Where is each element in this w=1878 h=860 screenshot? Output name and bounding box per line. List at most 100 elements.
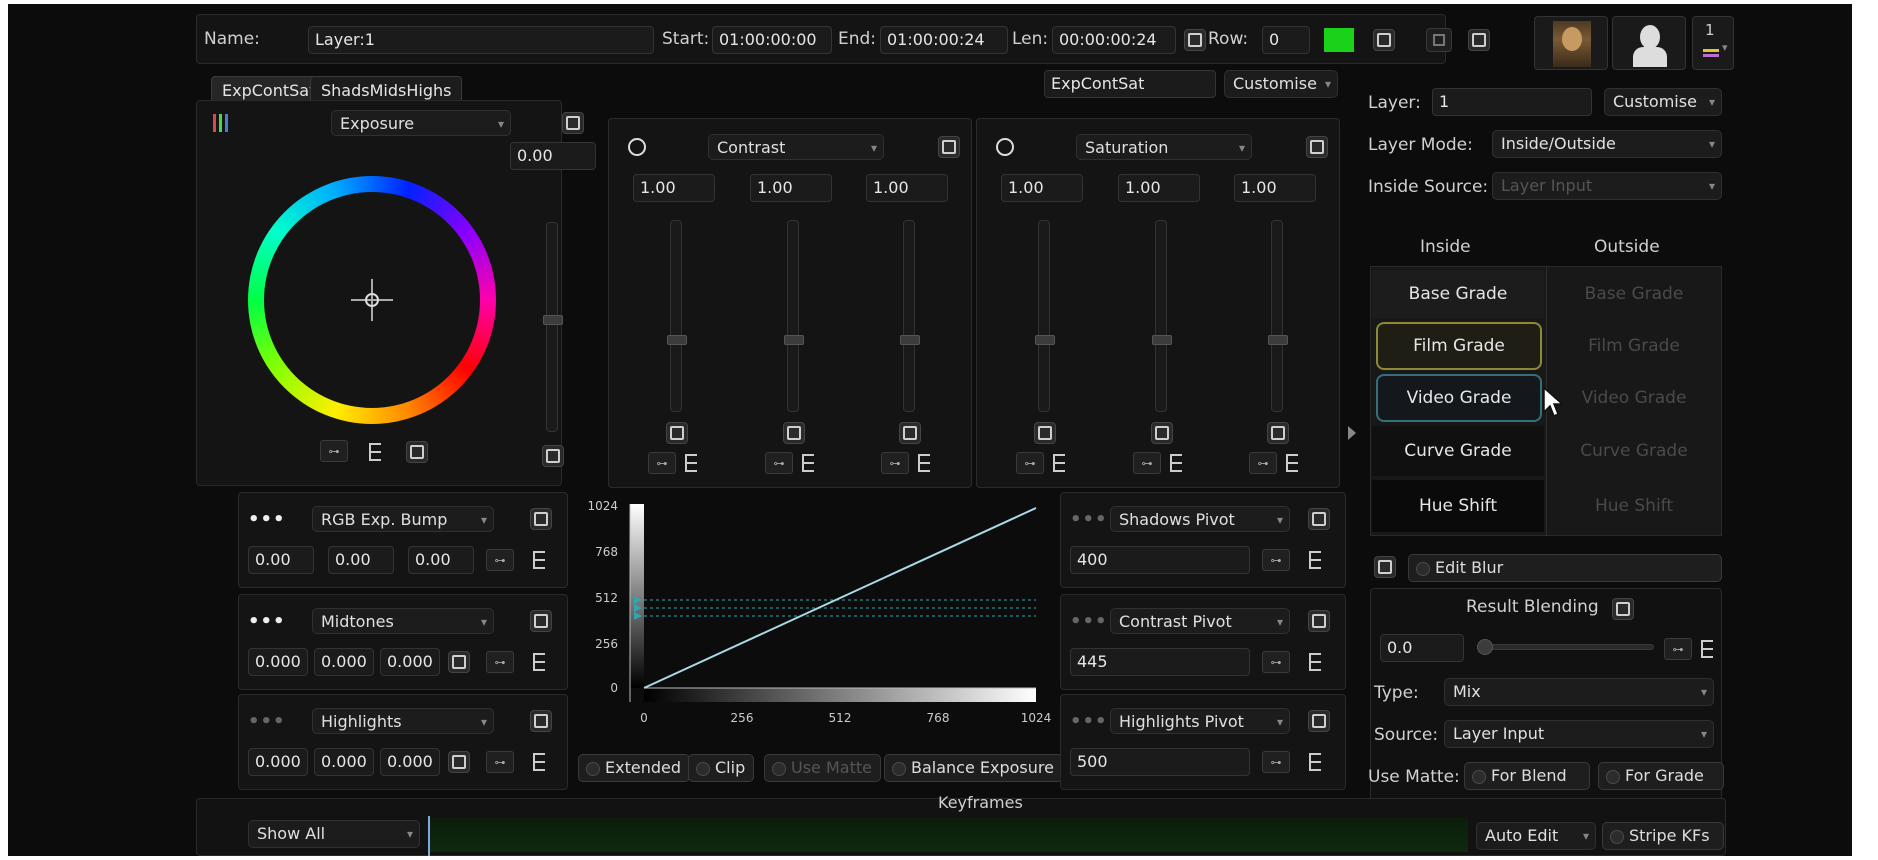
exposure-slider[interactable] — [543, 222, 563, 432]
inside-film-grade[interactable]: Film Grade — [1376, 322, 1542, 370]
start-timecode-input[interactable]: 01:00:00:00 — [712, 26, 832, 54]
customise-dropdown[interactable]: Customise — [1224, 70, 1338, 98]
saturation-r-thumb[interactable] — [1035, 335, 1055, 345]
highlights-keyframe-button[interactable]: ⊶ — [486, 751, 514, 773]
saturation-g-keyframe-button[interactable]: ⊶ — [1133, 452, 1161, 474]
result-blending-reset-button[interactable] — [1612, 598, 1634, 620]
blend-amount-thumb[interactable] — [1477, 639, 1493, 655]
contrast-r-keyframe-button[interactable]: ⊶ — [648, 452, 676, 474]
midtones-menu-icon[interactable]: ••• — [248, 612, 286, 632]
highlights-pivot-reset-button[interactable] — [1308, 710, 1330, 732]
blend-amount-input[interactable]: 0.0 — [1380, 634, 1464, 662]
layer-color-swatch[interactable] — [1324, 28, 1354, 52]
preset-name-field[interactable]: ExpContSat — [1044, 70, 1216, 98]
contrast-pivot-bracket-icon[interactable] — [1304, 650, 1328, 674]
contrast-b-input[interactable]: 1.00 — [866, 174, 948, 202]
inside-source-dropdown[interactable]: Layer Input — [1492, 172, 1722, 200]
contrast-g-input[interactable]: 1.00 — [750, 174, 832, 202]
stack-counter-button[interactable]: 1 ▾ — [1692, 16, 1734, 70]
contrast-pivot-input[interactable]: 445 — [1070, 648, 1250, 676]
rgb-bump-g-input[interactable]: 0.00 — [328, 546, 394, 574]
exposure-wheel-reset-button[interactable] — [406, 441, 428, 463]
blend-amount-slider[interactable] — [1477, 639, 1654, 655]
contrast-r-input[interactable]: 1.00 — [633, 174, 715, 202]
rgb-bump-dropdown[interactable]: RGB Exp. Bump — [312, 506, 494, 532]
timecode-lock-button[interactable] — [1184, 29, 1206, 51]
saturation-g-slider[interactable] — [1152, 220, 1172, 412]
contrast-g-bracket-icon[interactable] — [797, 451, 821, 475]
contrast-b-bracket-icon[interactable] — [913, 451, 937, 475]
shadows-pivot-dropdown[interactable]: Shadows Pivot — [1110, 506, 1290, 532]
contrast-link-icon[interactable] — [628, 138, 646, 156]
keyframes-timeline[interactable] — [428, 818, 1468, 852]
contrast-pivot-menu-icon[interactable]: ••• — [1070, 612, 1108, 632]
shadows-pivot-input[interactable]: 400 — [1070, 546, 1250, 574]
exposure-slider-reset-button[interactable] — [542, 445, 564, 467]
source-thumbnail[interactable] — [1534, 16, 1608, 70]
contrast-pivot-dropdown[interactable]: Contrast Pivot — [1110, 608, 1290, 634]
shadows-pivot-keyframe-button[interactable]: ⊶ — [1262, 549, 1290, 571]
edit-blur-toggle[interactable]: Edit Blur — [1408, 554, 1722, 582]
contrast-r-slider[interactable] — [667, 220, 687, 412]
right-customise-dropdown[interactable]: Customise — [1604, 88, 1722, 116]
midtones-b-input[interactable]: 0.000 — [380, 648, 440, 676]
contrast-r-reset-button[interactable] — [666, 422, 688, 444]
contrast-b-keyframe-button[interactable]: ⊶ — [881, 452, 909, 474]
exposure-dropdown[interactable]: Exposure — [331, 110, 511, 136]
layer-mode-dropdown[interactable]: Inside/Outside — [1492, 130, 1722, 158]
midtones-r-input[interactable]: 0.000 — [248, 648, 308, 676]
rgb-bump-bracket-icon[interactable] — [528, 548, 552, 572]
shadows-pivot-reset-button[interactable] — [1308, 508, 1330, 530]
exposure-bracket-icon[interactable] — [364, 440, 388, 464]
midtones-swatch-button[interactable] — [448, 651, 470, 673]
end-timecode-input[interactable]: 01:00:00:24 — [880, 26, 1008, 54]
midtones-reset-button[interactable] — [530, 610, 552, 632]
highlights-pivot-bracket-icon[interactable] — [1304, 750, 1328, 774]
contrast-pivot-keyframe-button[interactable]: ⊶ — [1262, 651, 1290, 673]
panel-collapse-arrow-icon[interactable] — [1348, 426, 1356, 440]
highlights-pivot-dropdown[interactable]: Highlights Pivot — [1110, 708, 1290, 734]
auto-edit-dropdown[interactable]: Auto Edit — [1476, 822, 1596, 850]
exposure-value-input[interactable]: 0.00 — [510, 142, 596, 170]
saturation-reset-button[interactable] — [1306, 136, 1328, 158]
exposure-curve-line[interactable] — [643, 507, 1037, 689]
saturation-r-slider[interactable] — [1035, 220, 1055, 412]
saturation-b-slider[interactable] — [1268, 220, 1288, 412]
highlights-pivot-keyframe-button[interactable]: ⊶ — [1262, 751, 1290, 773]
saturation-g-input[interactable]: 1.00 — [1118, 174, 1200, 202]
rgb-bump-b-input[interactable]: 0.00 — [408, 546, 474, 574]
name-input[interactable]: Layer:1 — [308, 26, 654, 54]
saturation-link-icon[interactable] — [996, 138, 1014, 156]
contrast-pivot-reset-button[interactable] — [1308, 610, 1330, 632]
outside-film-grade[interactable]: Film Grade — [1548, 322, 1720, 370]
balance-exposure-toggle[interactable]: Balance Exposure — [884, 754, 1063, 782]
clip-toggle[interactable]: Clip — [688, 754, 755, 782]
contrast-dropdown[interactable]: Contrast — [708, 134, 884, 160]
inside-video-grade[interactable]: Video Grade — [1376, 374, 1542, 422]
blend-keyframe-button[interactable]: ⊶ — [1664, 638, 1692, 660]
saturation-r-bracket-icon[interactable] — [1048, 451, 1072, 475]
row-input[interactable]: 0 — [1262, 26, 1310, 54]
color-wheel[interactable] — [248, 176, 496, 424]
highlights-dropdown[interactable]: Highlights — [312, 708, 494, 734]
rgb-channels-icon[interactable] — [210, 112, 232, 134]
blend-bracket-icon[interactable] — [1696, 637, 1720, 661]
shadows-pivot-menu-icon[interactable]: ••• — [1070, 510, 1108, 530]
blur-options-button[interactable] — [1374, 556, 1396, 578]
highlights-pivot-menu-icon[interactable]: ••• — [1070, 712, 1108, 732]
exposure-slider-thumb[interactable] — [543, 315, 563, 325]
outside-hue-shift[interactable]: Hue Shift — [1548, 480, 1720, 532]
highlights-g-input[interactable]: 0.000 — [314, 748, 374, 776]
for-blend-toggle[interactable]: For Blend — [1464, 762, 1590, 790]
midtones-g-input[interactable]: 0.000 — [314, 648, 374, 676]
contrast-b-thumb[interactable] — [900, 335, 920, 345]
contrast-g-thumb[interactable] — [784, 335, 804, 345]
blend-type-dropdown[interactable]: Mix — [1444, 678, 1714, 706]
layer-number-input[interactable]: 1 — [1432, 88, 1592, 116]
midtones-keyframe-button[interactable]: ⊶ — [486, 651, 514, 673]
saturation-g-bracket-icon[interactable] — [1165, 451, 1189, 475]
midtones-dropdown[interactable]: Midtones — [312, 608, 494, 634]
use-matte-toggle[interactable]: Use Matte — [764, 754, 881, 782]
for-grade-toggle[interactable]: For Grade — [1598, 762, 1724, 790]
highlights-pivot-input[interactable]: 500 — [1070, 748, 1250, 776]
